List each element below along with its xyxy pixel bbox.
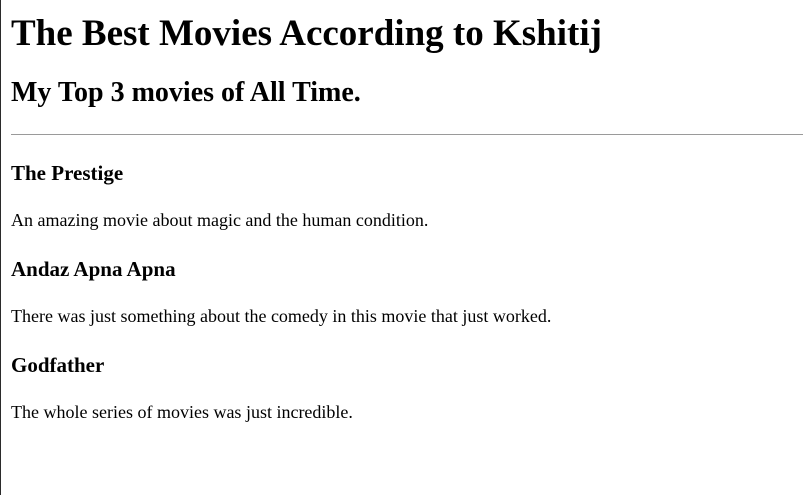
movie-description: The whole series of movies was just incr… bbox=[11, 402, 353, 422]
movie-description: An amazing movie about magic and the hum… bbox=[11, 210, 429, 230]
page-subtitle: My Top 3 movies of All Time. bbox=[11, 77, 361, 108]
movie-item-the-prestige: The Prestige An amazing movie about magi… bbox=[11, 135, 803, 231]
movie-title: The Prestige bbox=[11, 161, 124, 185]
movie-title: Godfather bbox=[11, 353, 105, 377]
window-left-edge bbox=[0, 0, 1, 495]
movie-title: Andaz Apna Apna bbox=[11, 257, 176, 281]
movie-item-godfather: Godfather The whole series of movies was… bbox=[11, 327, 803, 423]
movie-description: There was just something about the comed… bbox=[11, 306, 552, 326]
movie-list: The Prestige An amazing movie about magi… bbox=[11, 135, 803, 423]
movie-item-andaz-apna-apna: Andaz Apna Apna There was just something… bbox=[11, 231, 803, 327]
page-title: The Best Movies According to Kshitij bbox=[11, 13, 602, 54]
page-content: The Best Movies According to Kshitij My … bbox=[0, 0, 803, 423]
